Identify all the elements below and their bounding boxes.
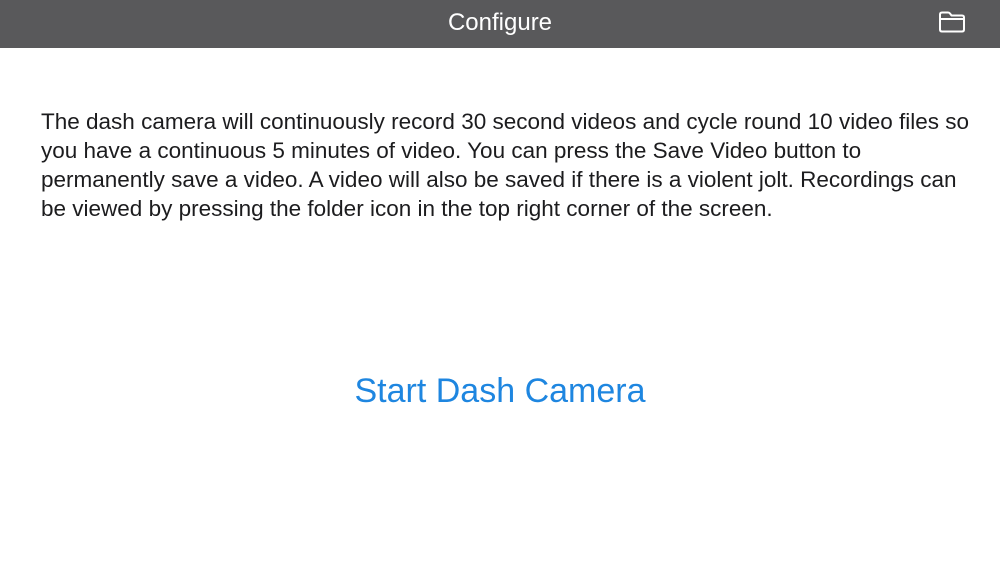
- page-title: Configure: [447, 9, 553, 36]
- folder-icon[interactable]: [937, 10, 967, 39]
- start-dash-camera-button[interactable]: Start Dash Camera: [0, 369, 1000, 413]
- instructions-text: The dash camera will continuously record…: [41, 109, 970, 221]
- navigation-bar: Configure: [0, 0, 1000, 48]
- configure-screen: Configure The dash camera will continuou…: [0, 0, 1000, 563]
- folder-button[interactable]: [934, 8, 970, 40]
